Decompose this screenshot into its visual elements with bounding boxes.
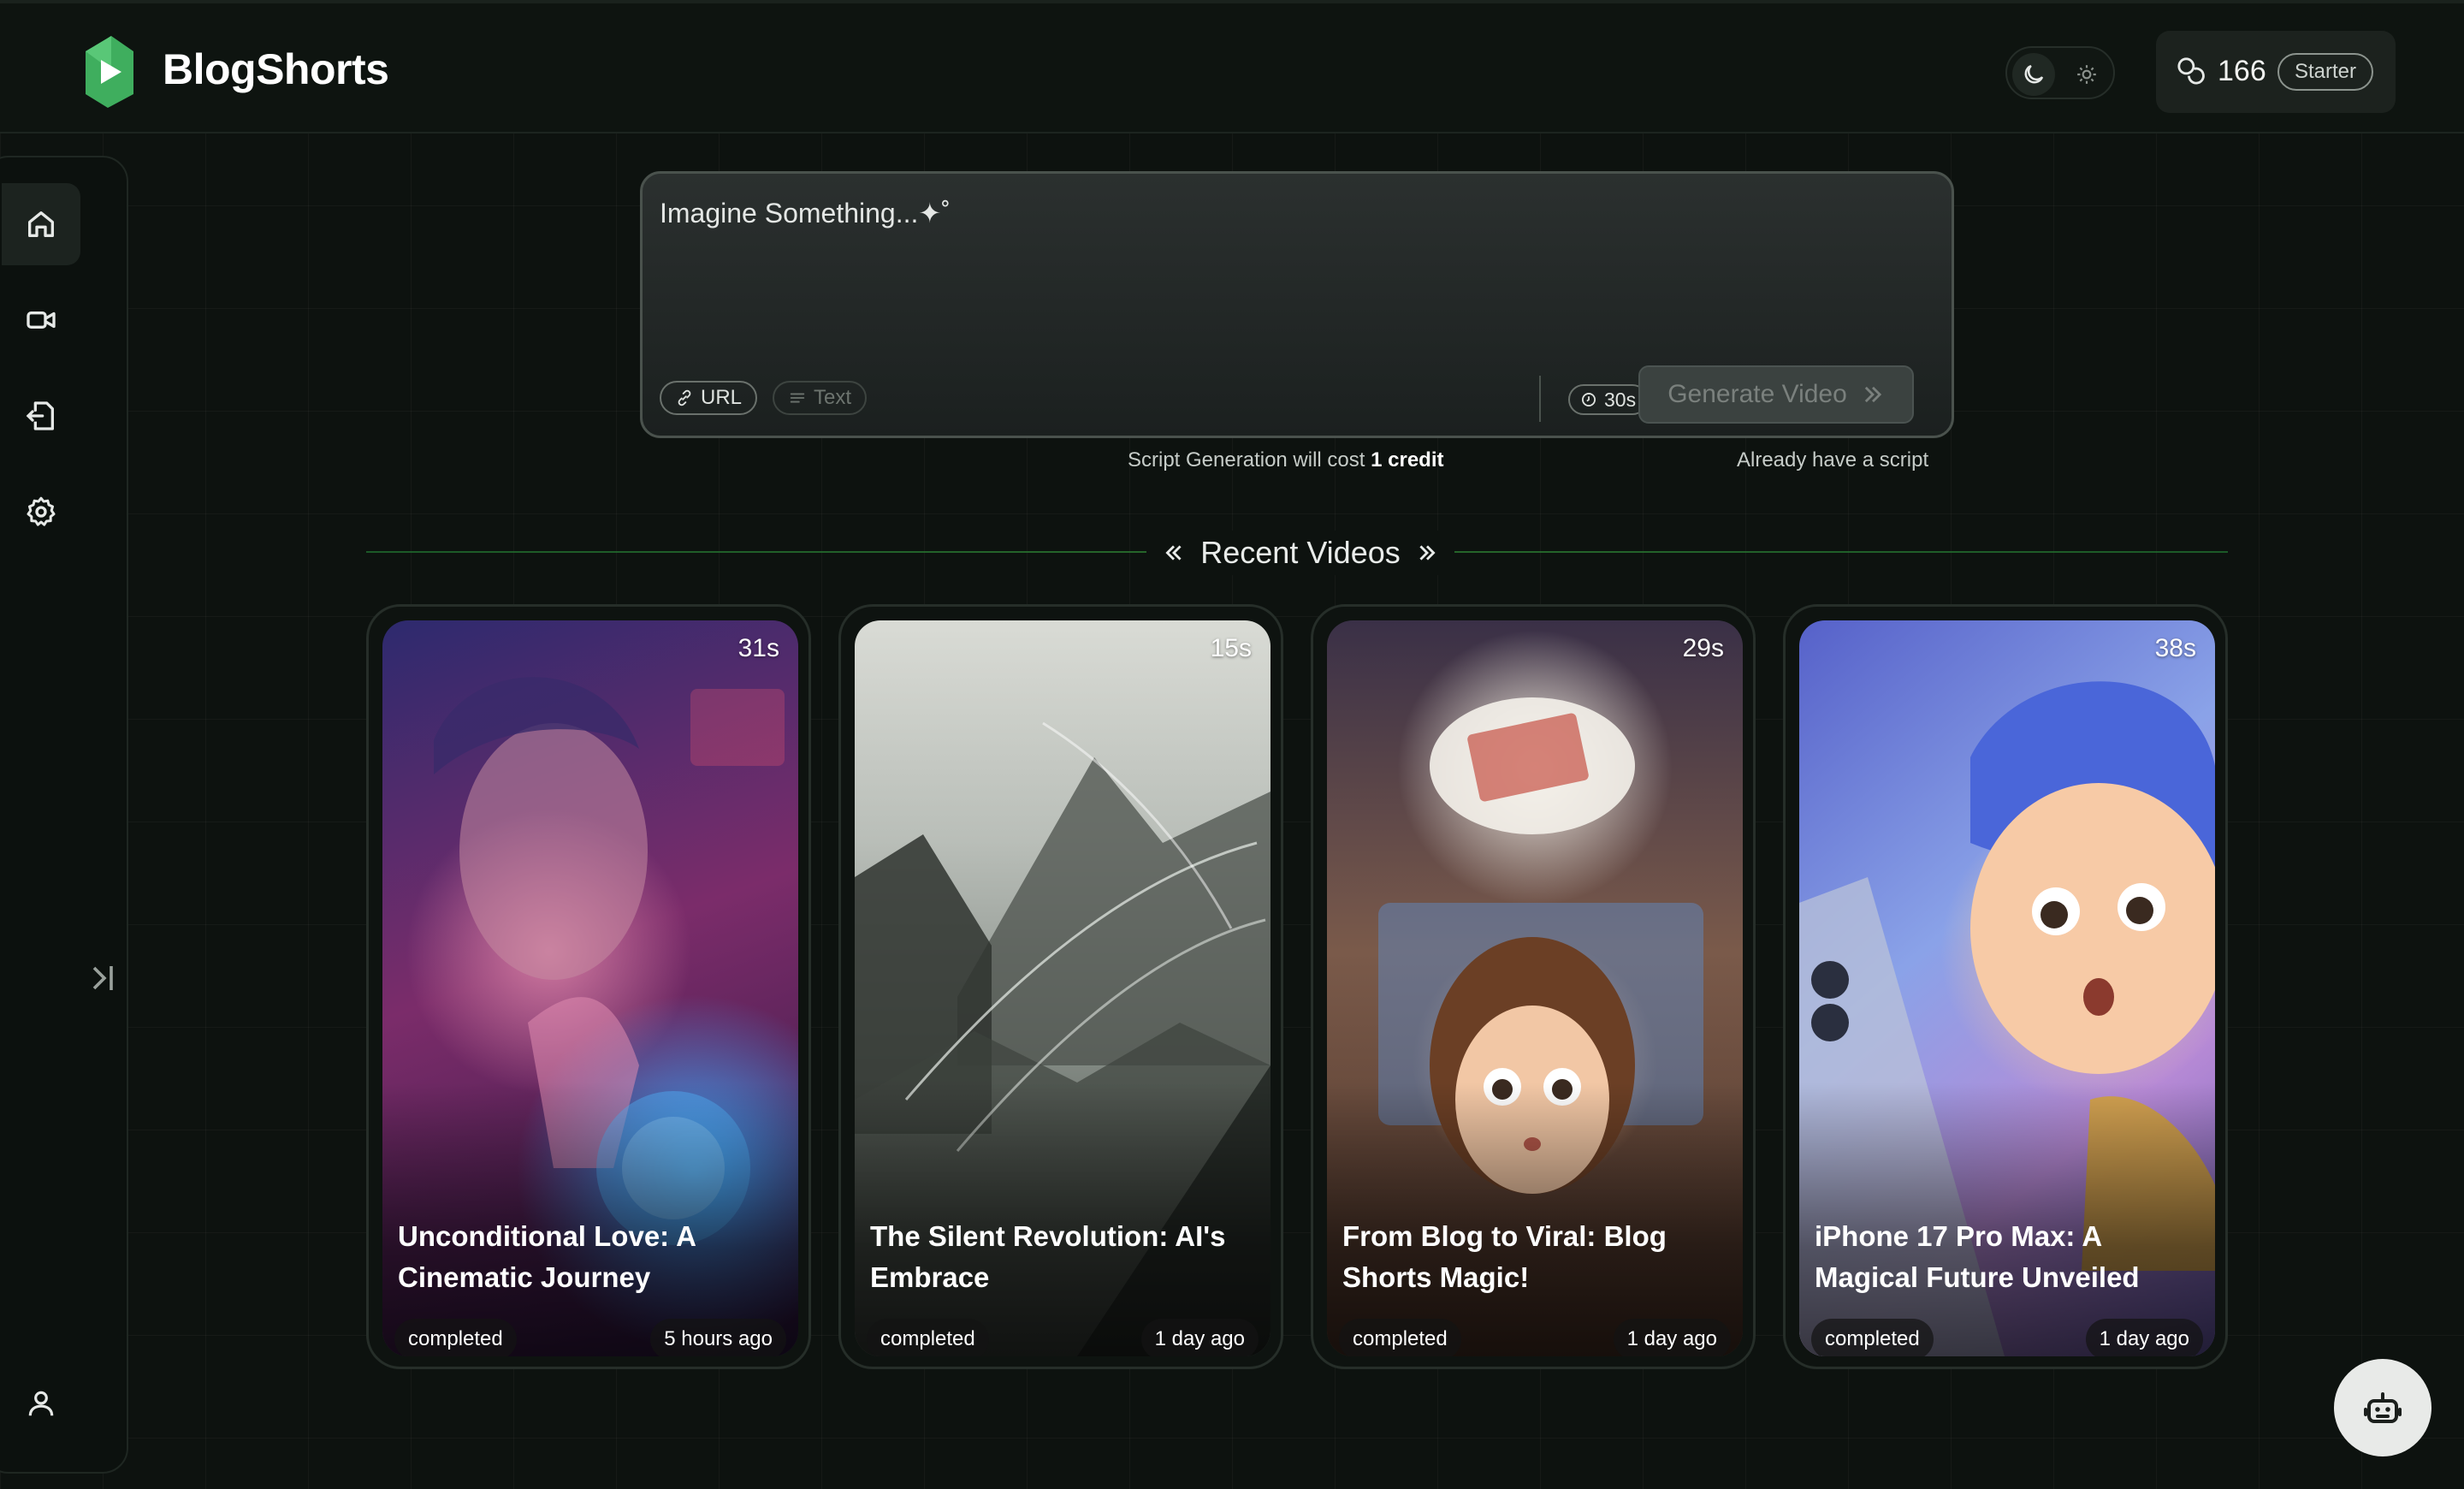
cost-amount: 1 credit [1371,448,1444,472]
credit-count: 166 [2218,55,2266,87]
light-mode-button[interactable] [2065,53,2108,96]
video-age: 5 hours ago [650,1319,786,1356]
video-title: From Blog to Viral: Blog Shorts Magic! [1342,1220,1667,1293]
video-title: Unconditional Love: A Cinematic Journey [398,1220,696,1293]
link-icon [678,389,691,406]
video-card[interactable]: 29s From Blog to Viral: Blog Shorts Magi… [1311,604,1756,1369]
video-camera-icon [27,311,56,329]
moon-icon [2024,64,2044,84]
video-thumbnail[interactable]: 38s iPhone 17 Pro Max: A Magical Future … [1799,620,2215,1356]
gear-icon [27,496,56,526]
robot-icon [2364,1392,2402,1423]
sidebar-item-export[interactable] [2,375,80,457]
sidebar-expand-icon [92,966,113,990]
chip-divider [1539,376,1541,422]
source-chip-url[interactable]: URL [660,381,758,415]
script-cost-note: Script Generation will cost 1 credit [1128,448,1443,472]
generate-video-button[interactable]: Generate Video [1638,365,1914,424]
video-thumbnail[interactable]: 15s The Silent Revolution: AI's Embrace … [855,620,1270,1356]
sidebar-item-videos[interactable] [2,279,80,361]
sidebar-item-settings[interactable] [2,471,80,553]
video-duration: 38s [2154,634,2196,662]
video-card[interactable]: 31s Unconditional Love: A Cinematic Jour… [366,604,811,1369]
status-badge: completed [1811,1319,1934,1356]
double-chevron-right-icon [1864,386,1881,403]
source-chip-label: URL [701,386,743,409]
sidebar [0,156,128,1474]
source-chip-text[interactable]: Text [773,381,868,415]
duration-label: 30s [1604,388,1637,411]
prompt-card: URL Text 30s 1m 2m 3m [640,171,1954,438]
video-thumbnail[interactable]: 29s From Blog to Viral: Blog Shorts Magi… [1327,620,1743,1356]
theme-toggle[interactable] [2005,46,2115,99]
plan-badge: Starter [2277,53,2374,91]
recent-videos-title: Recent Videos [1200,535,1401,570]
video-duration: 29s [1682,634,1724,662]
source-chip-label: Text [814,386,852,409]
home-icon [28,211,54,237]
credits-badge[interactable]: 166 Starter [2156,31,2396,113]
recent-videos-header: Recent Videos [1146,531,1454,575]
video-age: 1 day ago [1613,1319,1731,1356]
duration-chip-30s[interactable]: 30s [1568,384,1649,415]
user-icon [28,1391,54,1416]
video-age: 1 day ago [2085,1319,2203,1356]
sidebar-item-home[interactable] [2,183,80,265]
prompt-input[interactable] [660,196,1857,230]
video-title: iPhone 17 Pro Max: A Magical Future Unve… [1815,1220,2140,1293]
sun-icon [2077,65,2096,84]
video-card[interactable]: 15s The Silent Revolution: AI's Embrace … [838,604,1283,1369]
double-chevron-right-icon [1419,545,1436,561]
video-card[interactable]: 38s iPhone 17 Pro Max: A Magical Future … [1783,604,2228,1369]
brand-name: BlogShorts [163,45,389,93]
status-badge: completed [394,1319,517,1356]
sidebar-expand-button[interactable] [86,960,120,996]
blogshorts-logo-icon [86,36,133,108]
video-thumbnail[interactable]: 31s Unconditional Love: A Cinematic Jour… [382,620,798,1356]
status-badge: completed [867,1319,989,1356]
sidebar-item-profile[interactable] [2,1362,80,1445]
file-export-icon [26,401,54,430]
video-title: The Silent Revolution: AI's Embrace [870,1220,1226,1293]
video-duration: 15s [1210,634,1252,662]
cost-text: Script Generation will cost [1128,448,1371,472]
top-header: BlogShorts 166 Starter [0,0,2464,133]
dark-mode-button[interactable] [2012,53,2055,96]
assistant-bot-button[interactable] [2334,1359,2431,1456]
text-lines-icon [790,393,805,403]
video-age: 1 day ago [1140,1319,1259,1356]
status-badge: completed [1339,1319,1461,1356]
coins-icon [2177,57,2205,85]
video-duration: 31s [737,634,779,662]
already-have-script-link[interactable]: Already have a script [1737,448,1928,472]
clock-icon [1582,393,1596,406]
generate-video-label: Generate Video [1667,380,1847,408]
double-chevron-left-icon [1165,545,1182,561]
